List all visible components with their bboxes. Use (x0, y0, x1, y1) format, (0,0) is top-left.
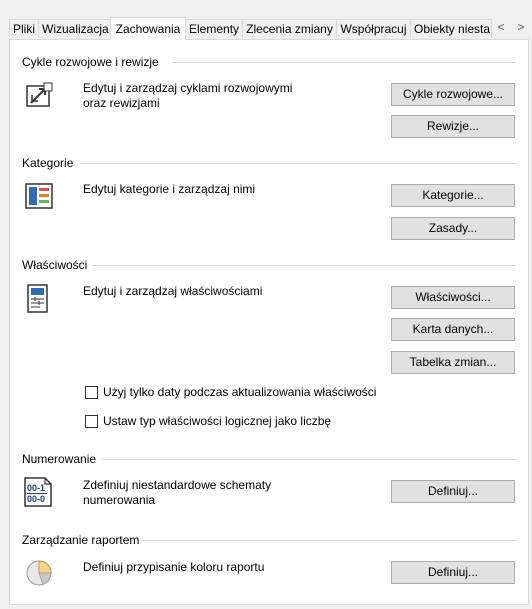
tab-strip: Pliki Wizualizacja Zachowania Elementy Z… (0, 0, 532, 40)
numbering-description-line1: Zdefiniuj niestandardowe schematy (83, 478, 272, 492)
tab-scroll-right-button[interactable]: > (513, 19, 529, 36)
section-divider (172, 62, 516, 63)
section-divider (102, 459, 516, 460)
lifecycle-description-line2: oraz rewizjami (83, 96, 160, 110)
tab-wspolpracuj[interactable]: Współpracuj (336, 19, 411, 38)
tab-scroll-left-button[interactable]: < (493, 19, 509, 36)
report-define-button[interactable]: Definiuj... (391, 561, 515, 584)
numbering-description-line2: numerowania (83, 493, 156, 507)
tab-wizualizacja[interactable]: Wizualizacja (38, 19, 111, 38)
categories-description: Edytuj kategorie i zarządzaj nimi (83, 182, 256, 196)
date-only-checkbox-label[interactable]: Użyj tylko daty podczas aktualizowania w… (103, 385, 376, 399)
lifecycles-button[interactable]: Cykle rozwojowe... (391, 83, 515, 106)
properties-icon (26, 284, 50, 317)
revisions-button[interactable]: Rewizje... (391, 115, 515, 138)
behaviors-panel: Cykle rozwojowe i rewizje Edytuj i zarzą… (9, 39, 529, 605)
numbering-define-button[interactable]: Definiuj... (391, 480, 515, 503)
lifecycle-icon (24, 81, 54, 114)
report-color-icon (24, 558, 54, 591)
lifecycle-description: Edytuj i zarządzaj cyklami rozwojowymi o… (83, 81, 292, 111)
properties-button[interactable]: Właściwości... (391, 286, 515, 309)
tab-zachowania[interactable]: Zachowania (110, 17, 186, 40)
tab-obiekty-niestandardowe[interactable]: Obiekty niesta (410, 19, 492, 38)
lifecycle-description-line1: Edytuj i zarządzaj cyklami rozwojowymi (83, 81, 293, 95)
section-title-lifecycles: Cykle rozwojowe i rewizje (22, 55, 159, 69)
datasheet-button[interactable]: Karta danych... (391, 318, 515, 341)
section-title-properties: Właściwości (22, 258, 88, 272)
numbering-description: Zdefiniuj niestandardowe schematy numero… (83, 478, 271, 508)
numbering-icon-text-bottom: 00-0 (27, 494, 45, 504)
section-title-categories: Kategorie (22, 156, 74, 170)
numbering-icon-text-top: 00-1 (27, 483, 45, 493)
categories-icon (24, 182, 54, 213)
boolean-as-number-checkbox-label[interactable]: Ustaw typ właściwości logicznej jako lic… (103, 414, 331, 428)
tab-zlecenia-zmiany[interactable]: Zlecenia zmiany (242, 19, 337, 38)
boolean-as-number-checkbox[interactable] (85, 415, 98, 428)
tab-pliki[interactable]: Pliki (9, 19, 39, 38)
rules-button[interactable]: Zasady... (391, 217, 515, 240)
report-color-description: Definiuj przypisanie koloru raportu (83, 560, 265, 574)
numbering-icon: 00-1 00-0 (23, 476, 55, 511)
date-only-checkbox[interactable] (85, 386, 98, 399)
properties-description: Edytuj i zarządzaj właściwościami (83, 284, 263, 298)
section-divider (80, 163, 516, 164)
section-divider (142, 540, 516, 541)
section-divider (92, 265, 516, 266)
change-table-button[interactable]: Tabelka zmian... (391, 351, 515, 374)
section-title-report-management: Zarządzanie raportem (22, 533, 140, 547)
section-title-numbering: Numerowanie (22, 452, 97, 466)
categories-button[interactable]: Kategorie... (391, 184, 515, 207)
tab-elementy[interactable]: Elementy (185, 19, 243, 38)
